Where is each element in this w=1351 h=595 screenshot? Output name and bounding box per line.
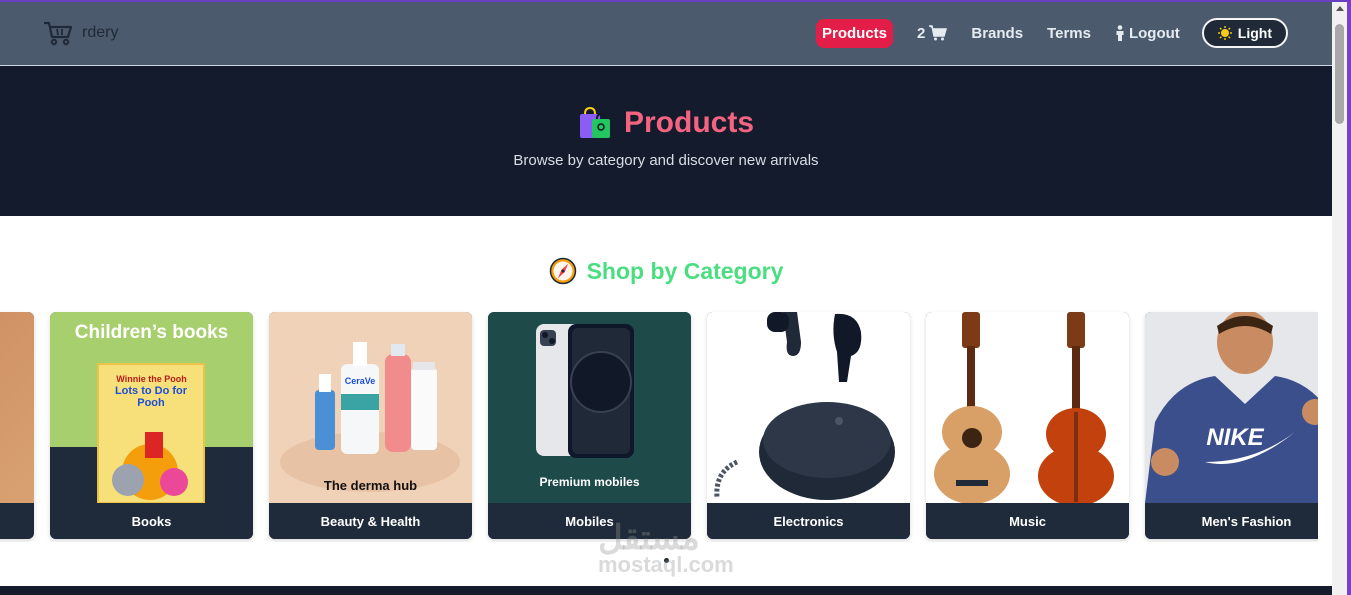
category-card-books[interactable]: Children’s books Winnie the Pooh Lots to… bbox=[50, 312, 253, 539]
hoodie-brand-text: NIKE bbox=[1206, 424, 1264, 451]
guitars-illustration bbox=[926, 312, 1129, 506]
category-card-mobiles[interactable]: Premium mobiles Mobiles bbox=[488, 312, 691, 539]
category-card-music[interactable]: Music bbox=[926, 312, 1129, 539]
category-label: Music bbox=[926, 503, 1129, 539]
person-icon bbox=[1116, 25, 1124, 41]
hoodie-model-illustration bbox=[1145, 312, 1318, 503]
beauty-image: CeraVe The derma hub bbox=[269, 312, 472, 503]
category-section-title: Shop by Category bbox=[0, 257, 1332, 285]
serum-brand-text: CeraVe bbox=[344, 376, 376, 386]
nav-terms-link[interactable]: Terms bbox=[1047, 25, 1091, 42]
nav-brands-link[interactable]: Brands bbox=[971, 25, 1023, 42]
cart-icon bbox=[929, 25, 948, 41]
book-brand-text: Winnie the Pooh bbox=[116, 374, 187, 384]
scroll-up-arrow-icon[interactable] bbox=[1336, 6, 1344, 11]
mens-fashion-image: NIKE bbox=[1145, 312, 1318, 503]
brand-logo[interactable]: rdery bbox=[42, 20, 118, 46]
theme-toggle-button[interactable]: Light bbox=[1201, 18, 1288, 48]
category-card-beauty-health[interactable]: CeraVe The derma hub Beauty & Health bbox=[269, 312, 472, 539]
footer-strip bbox=[0, 586, 1332, 595]
sun-icon bbox=[1217, 26, 1232, 40]
brand-name: rdery bbox=[82, 24, 119, 41]
books-image: Children’s books Winnie the Pooh Lots to… bbox=[50, 312, 253, 504]
mobiles-image-caption: Premium mobiles bbox=[539, 475, 640, 489]
category-label: Books bbox=[50, 503, 253, 539]
navbar: rdery Products 2 Brands Terms Logout Lig… bbox=[0, 2, 1332, 66]
nav-links: Products 2 Brands Terms Logout Light bbox=[816, 18, 1288, 48]
category-label: Electronics bbox=[707, 503, 910, 539]
electronics-image bbox=[707, 312, 910, 503]
earbuds-illustration bbox=[707, 312, 910, 503]
mobiles-image: Premium mobiles bbox=[488, 312, 691, 503]
logout-label: Logout bbox=[1128, 24, 1180, 42]
category-card-mens-fashion[interactable]: NIKE Men's Fashion bbox=[1145, 312, 1318, 539]
page-title: Products bbox=[623, 106, 755, 139]
category-card-electronics[interactable]: Electronics bbox=[707, 312, 910, 539]
category-label: Beauty & Health bbox=[269, 503, 472, 539]
scroll-thumb[interactable] bbox=[1335, 24, 1344, 124]
beauty-illustration bbox=[269, 312, 472, 503]
category-label: Men's Fashion bbox=[1145, 503, 1318, 539]
compass-icon bbox=[549, 257, 576, 285]
watermark: مستقل mostaql.com bbox=[598, 518, 734, 578]
nav-products-link[interactable]: Products bbox=[816, 18, 894, 48]
book-cover-title: Lots to Do for Pooh bbox=[114, 385, 188, 409]
hero-title-row: Products bbox=[0, 106, 1332, 140]
cart-count: 2 bbox=[917, 24, 926, 42]
nav-logout-link[interactable]: Logout bbox=[1115, 25, 1180, 42]
theme-toggle-label: Light bbox=[1237, 25, 1272, 41]
page-scrollbar[interactable] bbox=[1332, 2, 1347, 595]
partial-card-image bbox=[0, 312, 34, 503]
books-image-caption: Children’s books bbox=[74, 322, 229, 343]
beauty-image-caption: The derma hub bbox=[323, 478, 418, 493]
watermark-latin: mostaql.com bbox=[598, 552, 734, 577]
category-card-partial[interactable] bbox=[0, 312, 34, 539]
hero-banner: Products Browse by category and discover… bbox=[0, 66, 1332, 216]
nav-cart-link[interactable]: 2 bbox=[917, 24, 948, 42]
category-title: Shop by Category bbox=[586, 257, 784, 284]
shopping-cart-icon bbox=[44, 21, 73, 46]
music-image bbox=[926, 312, 1129, 506]
category-carousel[interactable]: Children’s books Winnie the Pooh Lots to… bbox=[0, 310, 1318, 542]
page-subtitle: Browse by category and discover new arri… bbox=[513, 152, 819, 169]
browser-viewport: rdery Products 2 Brands Terms Logout Lig… bbox=[0, 0, 1351, 595]
shopping-bags-icon bbox=[579, 107, 610, 138]
